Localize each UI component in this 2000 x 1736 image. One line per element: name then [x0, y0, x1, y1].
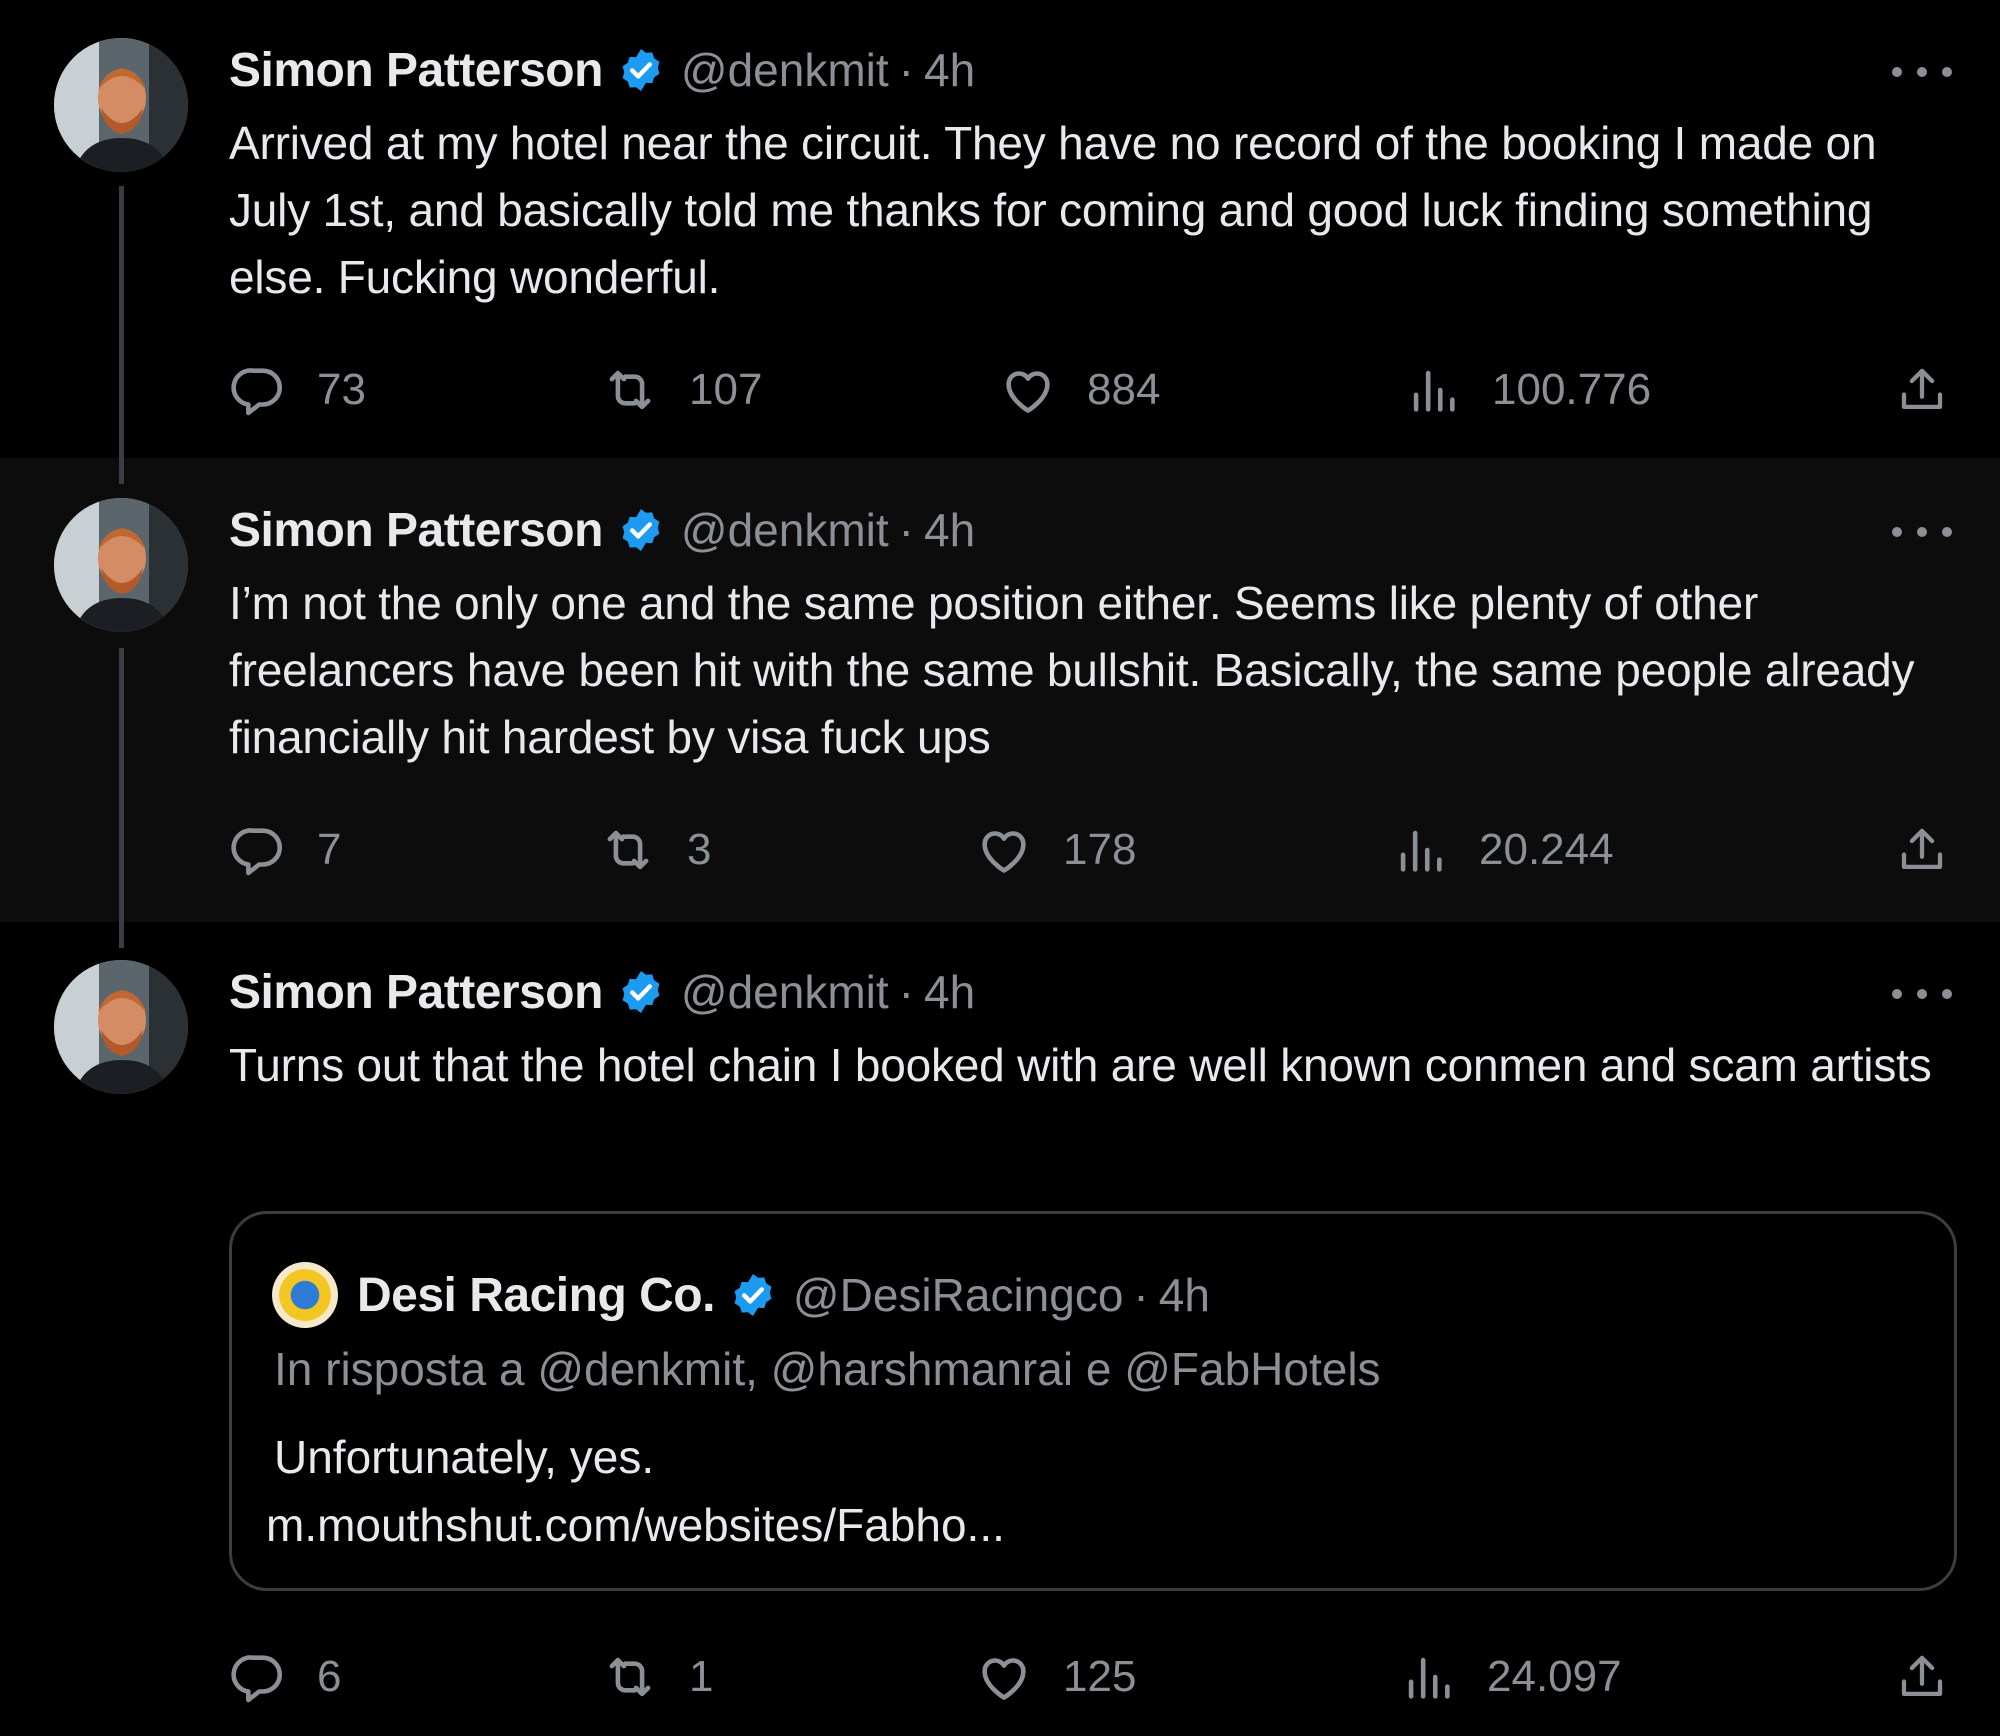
- share-button[interactable]: [1895, 1642, 1949, 1712]
- separator: ·: [898, 44, 914, 96]
- verified-badge-icon: [617, 46, 665, 94]
- action-bar: 6 1 125 24.097: [229, 1642, 1949, 1712]
- quoted-author-name[interactable]: Desi Racing Co.: [357, 1268, 715, 1323]
- retweet-icon: [599, 821, 657, 879]
- quoted-header: Desi Racing Co. @DesiRacingco · 4h: [357, 1262, 1210, 1328]
- views-icon: [1391, 821, 1449, 879]
- more-options-icon[interactable]: [1892, 984, 1952, 1004]
- author-name[interactable]: Simon Patterson: [229, 43, 603, 98]
- view-count: 100.776: [1492, 365, 1652, 414]
- like-button[interactable]: 178: [975, 815, 1136, 885]
- timestamp[interactable]: 4h: [924, 503, 975, 557]
- author-handle[interactable]: @denkmit: [681, 503, 889, 557]
- retweet-button[interactable]: 3: [599, 815, 711, 885]
- retweet-count: 1: [689, 1652, 714, 1701]
- tweet-text: I’m not the only one and the same positi…: [229, 577, 1915, 763]
- like-button[interactable]: 884: [999, 355, 1160, 425]
- reply-count: 7: [317, 825, 342, 874]
- thread-connector: [119, 922, 124, 948]
- share-button[interactable]: [1895, 355, 1949, 425]
- reply-icon: [229, 1648, 287, 1706]
- reply-icon: [229, 821, 287, 879]
- share-icon: [1895, 823, 1949, 877]
- share-button[interactable]: [1895, 815, 1949, 885]
- quoted-author-handle[interactable]: @DesiRacingco: [793, 1268, 1124, 1322]
- avatar[interactable]: [54, 960, 188, 1094]
- retweet-button[interactable]: 1: [601, 1642, 713, 1712]
- retweet-icon: [601, 361, 659, 419]
- quoted-text: Unfortunately, yes.: [274, 1431, 655, 1483]
- retweet-count: 3: [687, 825, 712, 874]
- views-icon: [1399, 1648, 1457, 1706]
- reply-icon: [229, 361, 287, 419]
- share-icon: [1895, 1650, 1949, 1704]
- reply-button[interactable]: 7: [229, 815, 341, 885]
- quoted-timestamp[interactable]: 4h: [1159, 1268, 1210, 1322]
- tweet[interactable]: Simon Patterson @denkmit · 4h Arrived at…: [0, 0, 2000, 458]
- author-name[interactable]: Simon Patterson: [229, 503, 603, 558]
- author-name[interactable]: Simon Patterson: [229, 965, 603, 1020]
- tweet[interactable]: Simon Patterson @denkmit · 4h I’m not th…: [0, 458, 2000, 922]
- tweet-text: Arrived at my hotel near the circuit. Th…: [229, 117, 1877, 303]
- tweet-header: Simon Patterson @denkmit · 4h: [229, 40, 975, 100]
- avatar[interactable]: [54, 38, 188, 172]
- verified-badge-icon: [729, 1271, 777, 1319]
- views-button[interactable]: 20.244: [1391, 815, 1614, 885]
- thread-connector: [119, 186, 124, 458]
- thread-connector: [119, 648, 124, 922]
- reply-count: 73: [317, 365, 366, 414]
- quoted-link[interactable]: m.mouthshut.com/websites/Fabho...: [266, 1492, 1005, 1559]
- views-button[interactable]: 100.776: [1404, 355, 1651, 425]
- reply-button[interactable]: 73: [229, 355, 366, 425]
- tweet-text: Turns out that the hotel chain I booked …: [229, 1039, 1932, 1091]
- separator: ·: [898, 966, 914, 1018]
- view-count: 24.097: [1487, 1652, 1622, 1701]
- views-button[interactable]: 24.097: [1399, 1642, 1622, 1712]
- retweet-count: 107: [689, 365, 763, 414]
- separator: ·: [898, 504, 914, 556]
- verified-badge-icon: [617, 506, 665, 554]
- reply-count: 6: [317, 1652, 342, 1701]
- separator: ·: [1133, 1269, 1149, 1321]
- heart-icon: [975, 1648, 1033, 1706]
- like-count: 884: [1087, 365, 1161, 414]
- more-options-icon[interactable]: [1892, 522, 1952, 542]
- heart-icon: [975, 821, 1033, 879]
- verified-badge-icon: [617, 968, 665, 1016]
- reply-button[interactable]: 6: [229, 1642, 341, 1712]
- retweet-button[interactable]: 107: [601, 355, 762, 425]
- tweet[interactable]: Simon Patterson @denkmit · 4h Turns out …: [0, 922, 2000, 1736]
- tweet-header: Simon Patterson @denkmit · 4h: [229, 500, 975, 560]
- reply-context[interactable]: In risposta a @denkmit, @harshmanrai e @…: [274, 1342, 1381, 1396]
- view-count: 20.244: [1479, 825, 1614, 874]
- avatar[interactable]: [54, 498, 188, 632]
- retweet-icon: [601, 1648, 659, 1706]
- action-bar: 73 107 884 100.776: [229, 355, 1949, 425]
- views-icon: [1404, 361, 1462, 419]
- heart-icon: [999, 361, 1057, 419]
- like-count: 125: [1063, 1652, 1137, 1701]
- tweet-header: Simon Patterson @denkmit · 4h: [229, 962, 975, 1022]
- quoted-avatar[interactable]: [272, 1262, 338, 1328]
- timestamp[interactable]: 4h: [924, 43, 975, 97]
- share-icon: [1895, 363, 1949, 417]
- thread-connector: [119, 458, 124, 484]
- author-handle[interactable]: @denkmit: [681, 43, 889, 97]
- like-button[interactable]: 125: [975, 1642, 1136, 1712]
- like-count: 178: [1063, 825, 1137, 874]
- timestamp[interactable]: 4h: [924, 965, 975, 1019]
- action-bar: 7 3 178 20.244: [229, 815, 1949, 885]
- more-options-icon[interactable]: [1892, 62, 1952, 82]
- quoted-tweet[interactable]: Desi Racing Co. @DesiRacingco · 4h In ri…: [229, 1211, 1957, 1591]
- author-handle[interactable]: @denkmit: [681, 965, 889, 1019]
